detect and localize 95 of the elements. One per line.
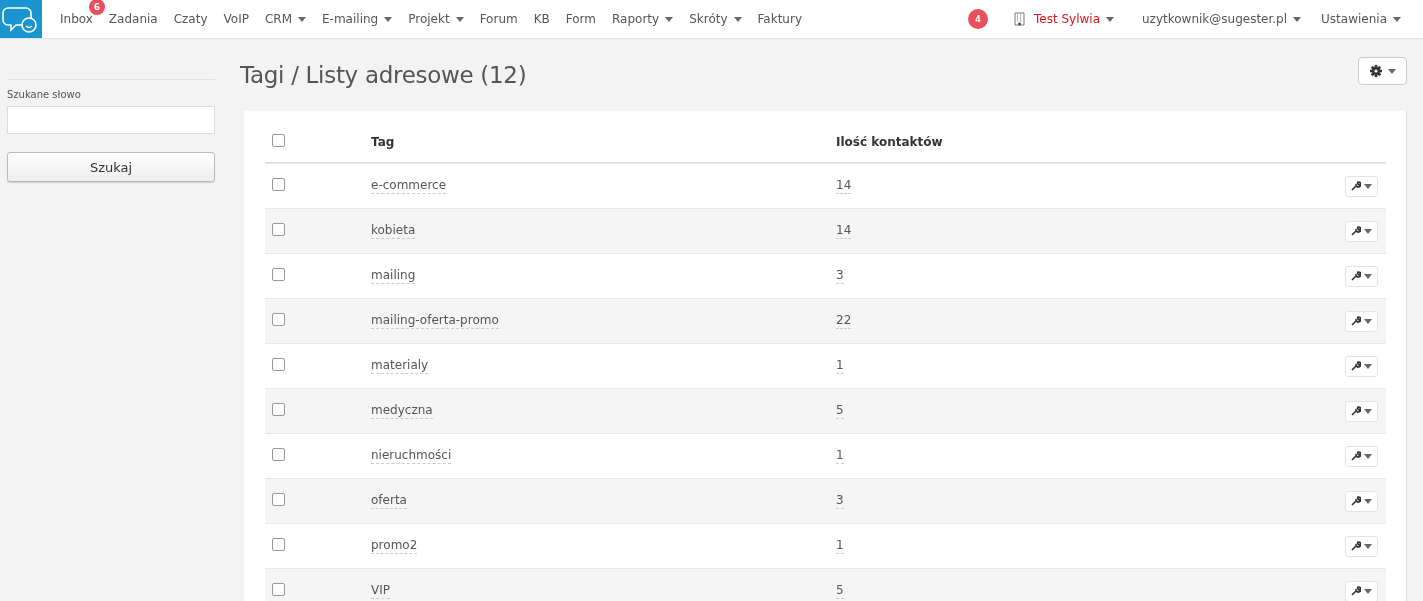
page-title: Tagi / Listy adresowe (12) (240, 62, 527, 88)
wrench-icon (1351, 181, 1361, 191)
checkbox[interactable] (272, 223, 285, 236)
row-actions-button[interactable] (1345, 355, 1378, 377)
nav-link[interactable]: Forum (471, 0, 526, 38)
tag-name[interactable]: mailing-oferta-promo (371, 313, 499, 329)
gear-icon (1369, 65, 1382, 77)
column-header: Tag (371, 134, 396, 149)
checkbox[interactable] (272, 133, 285, 147)
checkbox[interactable] (272, 178, 285, 191)
contact-count[interactable]: 14 (836, 178, 852, 194)
notification-badge[interactable]: 4 (968, 9, 988, 29)
caret-icon (1387, 68, 1396, 74)
tag-name[interactable]: medyczna (371, 403, 433, 419)
tag-name[interactable]: kobieta (371, 223, 416, 239)
tag-name[interactable]: oferta (371, 493, 407, 509)
caret-icon (1364, 318, 1372, 324)
contact-count[interactable]: 1 (836, 448, 844, 464)
nav-link[interactable]: VoIP (215, 0, 257, 38)
row-actions-button[interactable] (1345, 265, 1378, 287)
nav-link[interactable]: Raporty (604, 0, 682, 38)
caret-icon (1364, 228, 1372, 234)
caret-icon (1364, 183, 1372, 189)
tag-name[interactable]: e-commerce (371, 178, 447, 194)
tag-name[interactable]: VIP (371, 583, 390, 599)
caret-icon (733, 16, 742, 22)
account-menu[interactable]: Test Sylwia (1006, 0, 1122, 38)
caret-icon (1364, 498, 1372, 504)
building-icon (1014, 12, 1025, 26)
nav-link[interactable]: Faktury (749, 0, 810, 38)
search-field[interactable] (7, 106, 215, 134)
contact-count[interactable]: 1 (836, 358, 844, 374)
checkbox[interactable] (272, 493, 285, 506)
tag-name[interactable]: promo2 (371, 538, 418, 554)
caret-icon (1293, 16, 1302, 22)
wrench-icon (1351, 586, 1361, 596)
contact-count[interactable]: 5 (836, 403, 844, 419)
checkbox[interactable] (272, 313, 285, 326)
checkbox[interactable] (272, 538, 285, 551)
tag-name[interactable]: nieruchmości (371, 448, 452, 464)
nav-link[interactable]: Projekt (400, 0, 472, 38)
settings-dropdown-button[interactable] (1358, 57, 1407, 85)
wrench-icon (1351, 226, 1361, 236)
caret-icon (1393, 16, 1401, 22)
caret-icon (1106, 16, 1114, 22)
row-actions-button[interactable] (1345, 220, 1378, 242)
row-actions-button[interactable] (1345, 535, 1378, 557)
settings-menu[interactable]: Ustawienia (1313, 0, 1409, 38)
nav-link[interactable]: KB (525, 0, 558, 38)
wrench-icon (1351, 406, 1361, 416)
caret-icon (455, 16, 464, 22)
field-label: Szukane słowo (7, 89, 82, 100)
wrench-icon (1351, 496, 1361, 506)
checkbox[interactable] (272, 268, 285, 281)
caret-icon (665, 16, 674, 22)
wrench-icon (1351, 316, 1361, 326)
contact-count[interactable]: 5 (836, 583, 844, 599)
user-menu[interactable]: uzytkownik@sugester.pl (1134, 0, 1310, 38)
row-actions-button[interactable] (1345, 400, 1378, 422)
column-header: Ilość kontaktów (836, 134, 944, 149)
checkbox[interactable] (272, 448, 285, 461)
checkbox[interactable] (272, 583, 285, 596)
search-button[interactable]: Szukaj (7, 152, 215, 182)
row-actions-button[interactable] (1345, 175, 1378, 197)
caret-icon (1364, 363, 1372, 369)
tag-name[interactable]: materialy (371, 358, 429, 374)
wrench-icon (1351, 271, 1361, 281)
wrench-icon (1351, 361, 1361, 371)
nav-link[interactable]: E-mailing (314, 0, 401, 38)
row-actions-button[interactable] (1345, 310, 1378, 332)
nav-link[interactable]: Form (557, 0, 604, 38)
wrench-icon (1351, 451, 1361, 461)
caret-icon (298, 16, 306, 22)
caret-icon (1364, 273, 1372, 279)
checkbox[interactable] (272, 403, 285, 416)
nav-link[interactable]: CRM (256, 0, 314, 38)
nav-link[interactable]: Czaty (165, 0, 216, 38)
nav-link[interactable]: Skróty (681, 0, 750, 38)
checkbox[interactable] (272, 358, 285, 371)
caret-icon (1364, 408, 1372, 414)
caret-icon (1364, 588, 1372, 594)
count-badge: 6 (88, 0, 105, 15)
row-actions-button[interactable] (1345, 445, 1378, 467)
caret-icon (1364, 543, 1372, 549)
row-actions-button[interactable] (1345, 580, 1378, 601)
wrench-icon (1351, 541, 1361, 551)
contact-count[interactable]: 3 (836, 493, 844, 509)
caret-icon (384, 16, 393, 22)
caret-icon (1364, 453, 1372, 459)
contact-count[interactable]: 14 (836, 223, 852, 239)
tag-name[interactable]: mailing (371, 268, 416, 284)
contact-count[interactable]: 1 (836, 538, 844, 554)
contact-count[interactable]: 22 (836, 313, 852, 329)
contact-count[interactable]: 3 (836, 268, 844, 284)
row-actions-button[interactable] (1345, 490, 1378, 512)
